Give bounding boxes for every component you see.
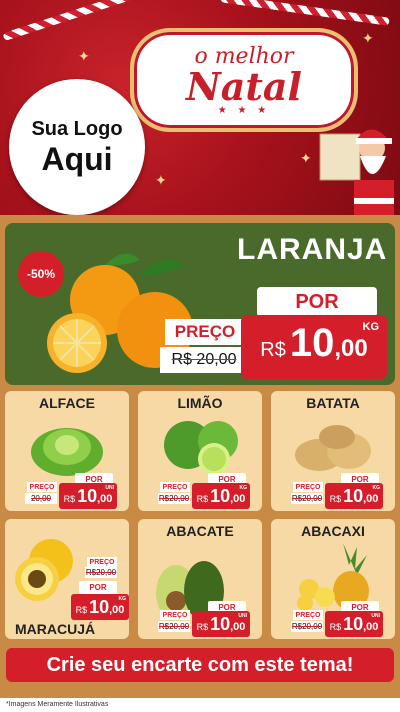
price-unit: UNI <box>371 613 380 619</box>
product-card-limao: LIMÃO POR PREÇO R$20,00 R$ 10 ,00 KG <box>138 391 262 511</box>
price-unit: UNI <box>238 613 247 619</box>
product-card-abacate: ABACATE POR PREÇO R$20,00 R$ 10 ,00 UNI <box>138 519 262 639</box>
old-price: R$20,00 <box>158 621 190 632</box>
old-price: R$20,00 <box>85 567 117 578</box>
logo-placeholder: Sua Logo Aqui <box>9 79 145 215</box>
preco-label: PREÇO <box>27 482 57 492</box>
price-decimal: ,00 <box>334 335 368 362</box>
product-price: R$ 10 ,00 UNI <box>59 483 117 509</box>
product-card-maracuja: PREÇO R$20,00 POR R$ 10 ,00 KG MARACUJÁ <box>5 519 129 639</box>
price-decimal: ,00 <box>230 621 246 633</box>
price-unit: KG <box>362 321 380 333</box>
natal-badge: o melhor Natal ★ ★ ★ <box>130 28 358 132</box>
product-price: R$ 10 ,00 KG <box>325 483 383 509</box>
product-card-abacaxi: ABACAXI POR PREÇO R$20,00 R$ 10 ,00 UNI <box>271 519 395 639</box>
price-integer: 10 <box>210 486 231 506</box>
preco-label: PREÇO <box>293 482 323 492</box>
star-icons: ★ ★ ★ <box>217 105 271 116</box>
lettuce-illustration <box>31 428 103 476</box>
sparkle-icon: ✦ <box>78 48 90 64</box>
candy-cane-ribbon <box>2 0 148 41</box>
sparkle-icon: ✦ <box>300 150 312 166</box>
product-price: R$ 10 ,00 UNI <box>192 611 250 637</box>
potato-illustration <box>295 425 371 471</box>
santa-illustration <box>319 129 394 215</box>
currency: R$ <box>329 622 342 632</box>
price-integer: 10 <box>289 321 335 365</box>
currency: R$ <box>63 494 76 504</box>
product-name: BATATA <box>306 395 360 411</box>
product-price: R$ 10 ,00 KG <box>71 594 129 620</box>
preco-label: PREÇO <box>160 610 190 620</box>
logo-text-top: Sua Logo <box>31 117 123 140</box>
currency: R$ <box>329 494 342 504</box>
price-integer: 10 <box>210 614 231 634</box>
old-price: R$20,00 <box>291 621 323 632</box>
product-price: R$ 10 ,00 KG <box>192 483 250 509</box>
product-price: R$ 10 ,00 UNI <box>325 611 383 637</box>
preco-label: PREÇO <box>165 319 245 345</box>
create-flyer-banner[interactable]: Crie seu encarte com este tema! <box>6 648 394 682</box>
currency: R$ <box>75 605 88 615</box>
featured-product-name: LARANJA <box>237 233 388 266</box>
passion-fruit-illustration <box>15 539 73 601</box>
price-decimal: ,00 <box>363 493 379 505</box>
featured-offer: -50% LARANJA POR PREÇO R$ 20,00 R$ 10 ,0… <box>5 223 395 385</box>
logo-text-bottom: Aqui <box>41 140 113 177</box>
lime-illustration <box>164 421 238 475</box>
currency: R$ <box>260 339 286 361</box>
preco-label: PREÇO <box>293 610 323 620</box>
candy-cane-ribbon <box>220 0 390 26</box>
product-name: ABACATE <box>166 523 234 539</box>
price-unit: UNI <box>105 485 114 491</box>
product-card-alface: ALFACE POR PREÇO 20,00 R$ 10 ,00 UNI <box>5 391 129 511</box>
product-name: ALFACE <box>39 395 95 411</box>
old-price: R$20,00 <box>158 493 190 504</box>
price-unit: KG <box>372 485 381 491</box>
price-decimal: ,00 <box>97 493 113 505</box>
currency: R$ <box>196 494 209 504</box>
offers-panel: -50% LARANJA POR PREÇO R$ 20,00 R$ 10 ,0… <box>0 215 400 712</box>
old-price: R$ 20,00 <box>160 347 248 373</box>
price-decimal: ,00 <box>363 621 379 633</box>
price-decimal: ,00 <box>230 493 246 505</box>
currency: R$ <box>196 622 209 632</box>
por-label: POR <box>257 287 377 317</box>
price-unit: KG <box>239 485 248 491</box>
product-name: ABACAXI <box>301 523 365 539</box>
discount-badge: -50% <box>18 251 64 297</box>
product-name: MARACUJÁ <box>15 621 96 637</box>
sparkle-icon: ✦ <box>155 172 167 188</box>
price-integer: 10 <box>343 614 364 634</box>
old-price: 20,00 <box>25 493 57 504</box>
natal-title: Natal <box>186 64 302 109</box>
old-price: R$20,00 <box>291 493 323 504</box>
preco-label: PREÇO <box>87 557 117 567</box>
disclaimer: *Imagens Meramente Ilustrativas <box>0 698 400 712</box>
price-integer: 10 <box>89 597 110 617</box>
product-name: LIMÃO <box>177 395 223 411</box>
sparkle-icon: ✦ <box>362 30 374 46</box>
product-card-batata: BATATA POR PREÇO R$20,00 R$ 10 ,00 KG <box>271 391 395 511</box>
por-label: POR <box>79 581 117 594</box>
price-decimal: ,00 <box>109 604 125 616</box>
price-unit: KG <box>118 596 127 602</box>
preco-label: PREÇO <box>160 482 190 492</box>
price-integer: 10 <box>77 486 98 506</box>
price-integer: 10 <box>343 486 364 506</box>
featured-price: R$ 10 ,00 KG <box>241 315 387 379</box>
